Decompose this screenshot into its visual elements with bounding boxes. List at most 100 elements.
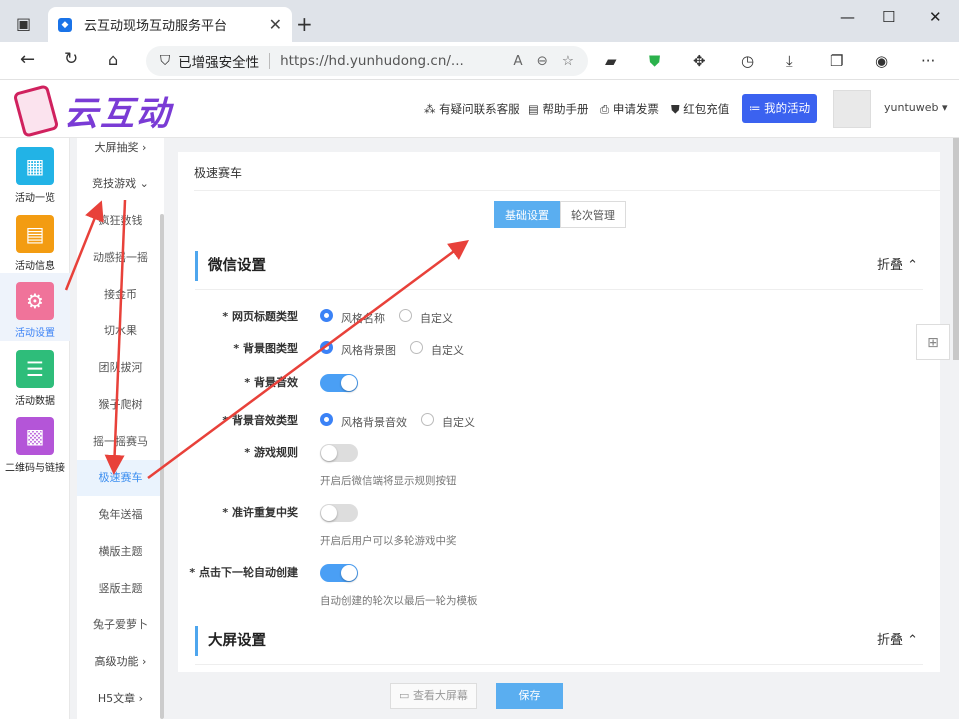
- submenu-item[interactable]: 横版主题: [77, 534, 164, 570]
- view-screen-button[interactable]: ▭ 查看大屏幕: [390, 683, 477, 709]
- favicon-icon: ◆: [58, 17, 72, 32]
- submenu-group-h5[interactable]: H5文章 ›: [77, 681, 164, 717]
- rules-toggle[interactable]: [320, 444, 358, 462]
- field-label: * 背景图类型: [233, 342, 298, 355]
- back-icon[interactable]: ←: [20, 49, 35, 70]
- extension-icon[interactable]: ▰: [605, 52, 617, 70]
- divider: [195, 289, 923, 290]
- sidebar-label: 二维码与链接: [5, 463, 65, 474]
- radio-style-bg[interactable]: 风格背景图: [320, 340, 396, 358]
- contact-service-link[interactable]: ⁂ 有疑问联系客服: [424, 101, 520, 117]
- submenu-group-lottery[interactable]: 大屏抽奖 ›: [77, 130, 164, 166]
- qrcode-float-button[interactable]: ⊞: [916, 324, 950, 360]
- radio-style-name[interactable]: 风格名称: [320, 308, 385, 326]
- browser-tab[interactable]: ◆ 云互动现场互动服务平台 ✕: [48, 7, 292, 42]
- submenu-item[interactable]: 动感摇一摇: [77, 240, 164, 276]
- puzzle-icon[interactable]: ✥: [693, 52, 706, 70]
- field-label: * 背景音效: [244, 376, 298, 389]
- form-row-auto-create: * 点击下一轮自动创建: [178, 562, 940, 584]
- bg-sound-toggle[interactable]: [320, 374, 358, 392]
- submenu-item[interactable]: 兔年送福: [77, 497, 164, 533]
- security-label: 已增强安全性: [178, 55, 260, 71]
- logo[interactable]: 云互动: [12, 83, 172, 138]
- divider: [195, 664, 923, 665]
- submenu-item[interactable]: 兔子爱萝卜: [77, 607, 164, 643]
- maximize-icon[interactable]: ☐: [882, 8, 895, 26]
- field-label: * 点击下一轮自动创建: [189, 566, 298, 579]
- history-icon[interactable]: ◷: [741, 52, 754, 70]
- my-activity-button[interactable]: ≔ 我的活动: [742, 94, 817, 123]
- auto-create-hint: 自动创建的轮次以最后一轮为模板: [320, 595, 478, 607]
- form-row-rules: * 游戏规则: [178, 442, 940, 464]
- save-button[interactable]: 保存: [496, 683, 563, 709]
- sidebar-item-qrcode[interactable]: ▩ 二维码与链接: [0, 408, 70, 476]
- section-title: 微信设置: [208, 258, 266, 274]
- tab-round-management[interactable]: 轮次管理: [560, 201, 626, 228]
- minimize-icon[interactable]: —: [840, 8, 855, 26]
- radio-custom[interactable]: 自定义: [410, 340, 464, 358]
- sidebar-label: 活动一览: [15, 193, 55, 204]
- fold-button[interactable]: 折叠 ⌃: [877, 626, 918, 656]
- close-window-icon[interactable]: ✕: [929, 8, 942, 26]
- logo-text: 云互动: [64, 94, 172, 134]
- avatar[interactable]: [833, 90, 871, 128]
- submenu-item[interactable]: 竖版主题: [77, 571, 164, 607]
- radio-style-sound[interactable]: 风格背景音效: [320, 412, 407, 430]
- new-tab-icon[interactable]: +: [296, 12, 313, 36]
- profile-icon[interactable]: ◉: [875, 52, 888, 70]
- recharge-link[interactable]: ⛊ 红包充值: [671, 101, 729, 117]
- tab-title: 云互动现场互动服务平台: [84, 19, 228, 34]
- submenu-item-active[interactable]: 极速赛车: [77, 460, 164, 496]
- sidebar-label: 活动数据: [15, 396, 55, 407]
- divider: [194, 190, 940, 191]
- zoom-icon[interactable]: ⊖: [537, 53, 548, 69]
- rules-hint: 开启后微信端将显示规则按钮: [320, 475, 457, 487]
- submenu-item[interactable]: 接金币: [77, 277, 164, 313]
- favorite-icon[interactable]: ☆: [562, 53, 574, 69]
- url-text[interactable]: https://hd.yunhudong.cn/...: [280, 53, 507, 69]
- grid-icon: ▦: [16, 147, 54, 185]
- address-toolbar: ← ↻ ⌂ ⛉ 已增强安全性 https://hd.yunhudong.cn/.…: [0, 42, 959, 80]
- sidebar-item-data[interactable]: ☰ 活动数据: [0, 341, 70, 409]
- username-dropdown[interactable]: yuntuweb ▾: [884, 101, 948, 114]
- main-panel: 极速赛车 基础设置 轮次管理 微信设置 折叠 ⌃ * 网页标题类型 风格名称 自…: [178, 152, 940, 719]
- sidebar-item-info[interactable]: ▤ 活动信息: [0, 206, 70, 274]
- submenu-item[interactable]: 疯狂数钱: [77, 203, 164, 239]
- settings-tabs: 基础设置 轮次管理: [494, 201, 626, 228]
- submenu-group-games[interactable]: 竞技游戏 ⌄: [77, 166, 164, 202]
- form-row-bg-type: * 背景图类型 风格背景图 自定义: [178, 338, 940, 360]
- read-aloud-icon[interactable]: A: [513, 53, 522, 69]
- repeat-win-toggle[interactable]: [320, 504, 358, 522]
- sidebar-item-settings[interactable]: ⚙ 活动设置: [0, 273, 70, 341]
- page-scrollbar[interactable]: [953, 138, 959, 360]
- screen-section-header: 大屏设置 折叠 ⌃: [195, 626, 923, 656]
- submenu-item[interactable]: 团队拔河: [77, 350, 164, 386]
- submenu-item[interactable]: 摇一摇赛马: [77, 424, 164, 460]
- invoice-link[interactable]: ⎙ 申请发票: [600, 101, 659, 117]
- sub-menu: 大屏抽奖 › 竞技游戏 ⌄ 疯狂数钱 动感摇一摇 接金币 切水果 团队拔河 猴子…: [77, 138, 164, 719]
- submenu-scrollbar[interactable]: [160, 214, 164, 719]
- tab-actions-icon[interactable]: ▣: [16, 14, 31, 33]
- radio-custom[interactable]: 自定义: [399, 308, 453, 326]
- refresh-icon[interactable]: ↻: [64, 49, 78, 69]
- auto-create-toggle[interactable]: [320, 564, 358, 582]
- submenu-group-advanced[interactable]: 高级功能 ›: [77, 644, 164, 680]
- help-manual-link[interactable]: ▤ 帮助手册: [528, 101, 589, 117]
- close-tab-icon[interactable]: ✕: [269, 15, 282, 34]
- field-label: * 准许重复中奖: [222, 506, 298, 519]
- radio-custom[interactable]: 自定义: [421, 412, 475, 430]
- home-icon[interactable]: ⌂: [108, 50, 118, 69]
- submenu-item[interactable]: 切水果: [77, 313, 164, 349]
- tab-basic-settings[interactable]: 基础设置: [494, 201, 560, 228]
- wechat-section-header: 微信设置 折叠 ⌃: [195, 251, 923, 281]
- sidebar-item-overview[interactable]: ▦ 活动一览: [0, 138, 70, 206]
- submenu-item[interactable]: 猴子爬树: [77, 387, 164, 423]
- collections-icon[interactable]: ❐: [830, 52, 843, 70]
- more-icon[interactable]: ···: [921, 52, 935, 70]
- fold-button[interactable]: 折叠 ⌃: [877, 251, 918, 281]
- shield-check-icon[interactable]: ⛊: [649, 52, 660, 70]
- download-icon[interactable]: ⤓: [786, 52, 793, 70]
- field-label: * 背景音效类型: [222, 414, 298, 427]
- repeat-win-hint: 开启后用户可以多轮游戏中奖: [320, 535, 457, 547]
- address-bar[interactable]: ⛉ 已增强安全性 https://hd.yunhudong.cn/... A ⊖…: [146, 46, 588, 76]
